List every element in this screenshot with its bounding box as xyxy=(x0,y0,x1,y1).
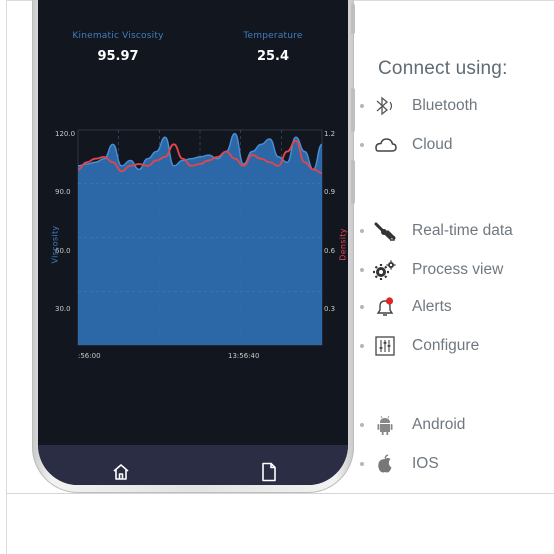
y-right-tick: 0.6 xyxy=(324,247,336,255)
phone-side-button xyxy=(351,4,355,34)
feature-alerts: Alerts xyxy=(360,296,550,318)
feature-label: IOS xyxy=(412,455,439,472)
bullet-dot xyxy=(360,423,364,427)
feature-label: Bluetooth xyxy=(412,97,478,114)
feature-real-time-data: Real-time data xyxy=(360,220,550,242)
y-right-tick: 0.3 xyxy=(324,305,336,313)
y-right-axis-title: Density xyxy=(338,228,348,261)
connect-using-title: Connect using: xyxy=(378,58,508,79)
feature-cloud: Cloud xyxy=(360,134,550,156)
android-icon xyxy=(372,414,398,436)
bottom-nav-bar xyxy=(38,445,348,485)
sliders-icon xyxy=(372,335,398,357)
y-left-tick: 120.0 xyxy=(55,130,76,138)
phone-side-button xyxy=(351,160,355,204)
gears-icon xyxy=(372,259,398,281)
feature-label: Alerts xyxy=(412,298,452,315)
home-icon[interactable] xyxy=(112,463,130,481)
bullet-dot xyxy=(360,344,364,348)
phone-screen: Kinematic Viscosity 95.97 Temperature 25… xyxy=(38,0,348,485)
panel-bottom-border xyxy=(6,493,554,494)
apple-icon xyxy=(372,453,398,475)
bullet-dot xyxy=(360,143,364,147)
y-left-tick: 30.0 xyxy=(55,305,71,313)
document-icon[interactable] xyxy=(261,462,277,482)
feature-label: Process view xyxy=(412,261,504,278)
bullet-dot xyxy=(360,104,364,108)
bluetooth-icon xyxy=(372,95,398,117)
feature-android: Android xyxy=(360,414,550,436)
bullet-dot xyxy=(360,462,364,466)
feature-bluetooth: Bluetooth xyxy=(360,95,550,117)
chart-plot xyxy=(77,129,323,346)
bell-alert-icon xyxy=(372,296,398,318)
chart: 120.0 90.0 60.0 30.0 1.2 0.9 0.6 0.3 :56… xyxy=(38,0,348,485)
feature-label: Android xyxy=(412,416,466,433)
bullet-dot xyxy=(360,268,364,272)
feature-label: Real-time data xyxy=(412,222,513,239)
x-tick: :56:00 xyxy=(78,352,101,360)
bullet-dot xyxy=(360,229,364,233)
bullet-dot xyxy=(360,305,364,309)
y-left-axis-title: Viscosity xyxy=(50,225,60,264)
feature-label: Cloud xyxy=(412,136,453,153)
y-right-tick: 0.9 xyxy=(324,188,336,196)
x-tick: 13:56:40 xyxy=(228,352,260,360)
feature-configure: Configure xyxy=(360,335,550,357)
feature-process-view: Process view xyxy=(360,259,550,281)
y-left-tick: 90.0 xyxy=(55,188,71,196)
viscosity-series-area xyxy=(78,133,322,345)
feature-ios: IOS xyxy=(360,453,550,475)
satellite-icon xyxy=(372,220,398,242)
panel-left-border xyxy=(6,0,7,554)
cloud-icon xyxy=(372,134,398,156)
y-right-tick: 1.2 xyxy=(324,130,336,138)
phone-side-button xyxy=(351,88,355,132)
feature-label: Configure xyxy=(412,337,480,354)
